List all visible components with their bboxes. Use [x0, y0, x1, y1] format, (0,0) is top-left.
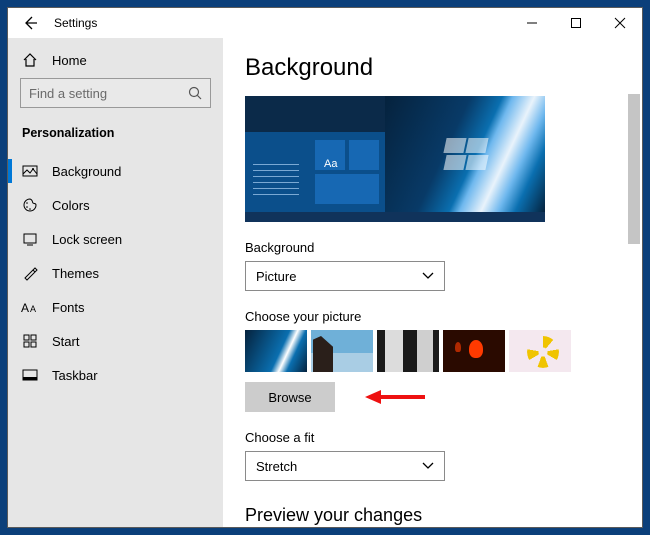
- picture-thumb-4[interactable]: [443, 330, 505, 372]
- taskbar-icon: [22, 367, 38, 383]
- picture-thumbnails: [245, 330, 642, 372]
- search-placeholder: Find a setting: [29, 86, 188, 101]
- fit-label: Choose a fit: [245, 430, 642, 445]
- back-arrow-icon: [22, 15, 38, 31]
- svg-text:A: A: [21, 301, 29, 315]
- preview-sample-text: Aa: [324, 158, 337, 170]
- settings-window: Settings Home Find a: [7, 7, 643, 528]
- preview-changes-heading: Preview your changes: [245, 505, 642, 526]
- annotation-arrow-icon: [365, 387, 425, 407]
- maximize-icon: [571, 18, 581, 28]
- picture-thumb-2[interactable]: [311, 330, 373, 372]
- background-select[interactable]: Picture: [245, 261, 445, 291]
- nav-label: Colors: [52, 198, 90, 213]
- window-title: Settings: [54, 16, 97, 30]
- nav-label: Taskbar: [52, 368, 98, 383]
- scrollbar[interactable]: [628, 94, 640, 244]
- nav-label: Start: [52, 334, 79, 349]
- home-label: Home: [52, 53, 87, 68]
- lockscreen-icon: [22, 231, 38, 247]
- sidebar: Home Find a setting Personalization: [8, 38, 223, 527]
- picture-thumb-3[interactable]: [377, 330, 439, 372]
- close-icon: [615, 18, 625, 28]
- palette-icon: [22, 197, 38, 213]
- minimize-button[interactable]: [510, 8, 554, 38]
- nav-item-themes[interactable]: Themes: [8, 256, 223, 290]
- svg-text:A: A: [30, 304, 36, 314]
- section-title: Personalization: [8, 108, 223, 154]
- fonts-icon: AA: [22, 299, 38, 315]
- nav-item-taskbar[interactable]: Taskbar: [8, 358, 223, 392]
- background-select-value: Picture: [256, 269, 296, 284]
- start-icon: [22, 333, 38, 349]
- picture-thumb-5[interactable]: [509, 330, 571, 372]
- themes-icon: [22, 265, 38, 281]
- nav-label: Fonts: [52, 300, 85, 315]
- nav-item-start[interactable]: Start: [8, 324, 223, 358]
- back-button[interactable]: [18, 11, 42, 35]
- home-icon: [22, 52, 38, 68]
- titlebar: Settings: [8, 8, 642, 38]
- browse-button[interactable]: Browse: [245, 382, 335, 412]
- fit-select-value: Stretch: [256, 459, 297, 474]
- nav-item-background[interactable]: Background: [8, 154, 223, 188]
- close-button[interactable]: [598, 8, 642, 38]
- content-area: Background Aa Background Picture Choose …: [223, 38, 642, 527]
- background-label: Background: [245, 240, 642, 255]
- search-icon: [188, 86, 202, 100]
- nav: Background Colors Lock screen: [8, 154, 223, 392]
- chevron-down-icon: [422, 462, 434, 470]
- maximize-button[interactable]: [554, 8, 598, 38]
- browse-label: Browse: [268, 390, 311, 405]
- choose-picture-label: Choose your picture: [245, 309, 642, 324]
- picture-icon: [22, 163, 38, 179]
- search-input[interactable]: Find a setting: [20, 78, 211, 108]
- page-title: Background: [245, 54, 642, 82]
- picture-thumb-1[interactable]: [245, 330, 307, 372]
- nav-item-fonts[interactable]: AA Fonts: [8, 290, 223, 324]
- minimize-icon: [527, 18, 537, 28]
- chevron-down-icon: [422, 272, 434, 280]
- nav-item-lockscreen[interactable]: Lock screen: [8, 222, 223, 256]
- nav-label: Lock screen: [52, 232, 122, 247]
- nav-item-colors[interactable]: Colors: [8, 188, 223, 222]
- nav-label: Themes: [52, 266, 99, 281]
- home-link[interactable]: Home: [8, 44, 223, 78]
- desktop-preview: Aa: [245, 96, 545, 222]
- fit-select[interactable]: Stretch: [245, 451, 445, 481]
- nav-label: Background: [52, 164, 121, 179]
